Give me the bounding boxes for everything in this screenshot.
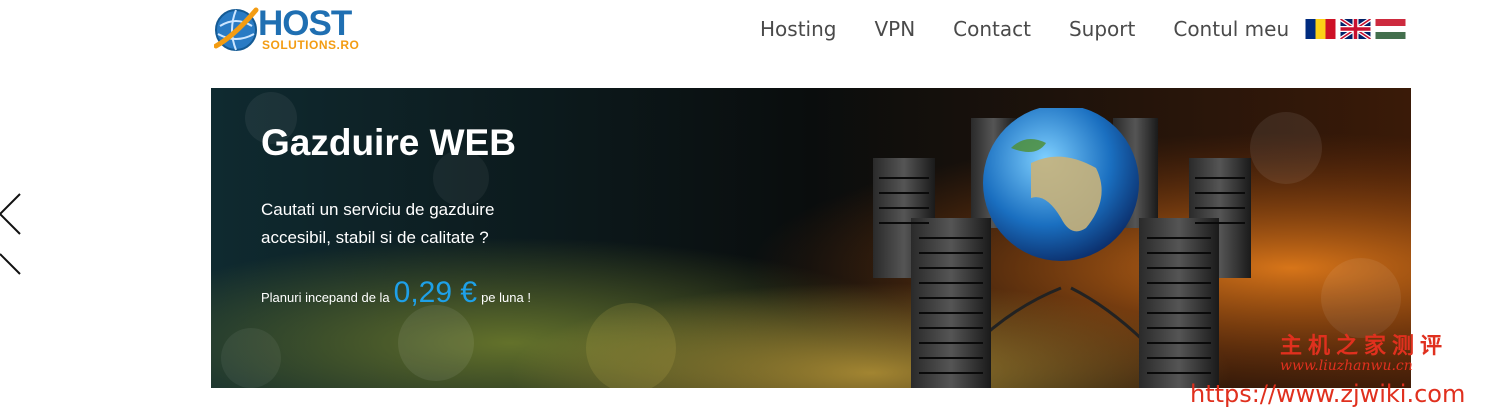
hungary-flag-icon[interactable] (1375, 19, 1406, 39)
watermark-site: www.liuzhanwu.cn (1280, 358, 1413, 374)
price-suffix: pe luna ! (481, 290, 531, 305)
nav-contul-meu[interactable]: Contul meu (1173, 16, 1289, 42)
watermark-url: https://www.zjwiki.com (1190, 380, 1466, 408)
logo-host-text: HOST (258, 4, 352, 43)
romania-flag-icon[interactable] (1305, 19, 1336, 39)
uk-flag-icon[interactable] (1340, 19, 1371, 39)
nav-hosting[interactable]: Hosting (760, 16, 836, 42)
watermark-chinese: 主机之家测评 (1280, 334, 1449, 359)
nav-vpn[interactable]: VPN (874, 16, 915, 42)
hero-banner: Gazduire WEB Cautati un serviciu de gazd… (211, 88, 1411, 388)
banner-title: Gazduire WEB (261, 122, 516, 163)
site-logo[interactable]: HOST SOLUTIONS.RO (214, 6, 384, 54)
main-nav: Hosting VPN Contact Suport Contul meu (760, 16, 1289, 42)
slider-prev-arrow-icon[interactable] (0, 190, 24, 280)
language-switcher (1305, 19, 1406, 39)
nav-suport[interactable]: Suport (1069, 16, 1135, 42)
banner-text-line1: Cautati un serviciu de gazduire (261, 200, 495, 219)
logo-sub-text: SOLUTIONS.RO (262, 38, 360, 52)
servers-globe-illustration (873, 108, 1251, 388)
price-row: Planuri incepand de la 0,29 € pe luna ! (261, 276, 531, 316)
price-value: 0,29 € (393, 276, 478, 309)
banner-text-line2: accesibil, stabil si de calitate ? (261, 228, 489, 247)
banner-description: Cautati un serviciu de gazduire accesibi… (261, 196, 581, 252)
nav-contact[interactable]: Contact (953, 16, 1031, 42)
price-prefix: Planuri incepand de la (261, 290, 390, 305)
globe-logo-icon (214, 7, 259, 51)
